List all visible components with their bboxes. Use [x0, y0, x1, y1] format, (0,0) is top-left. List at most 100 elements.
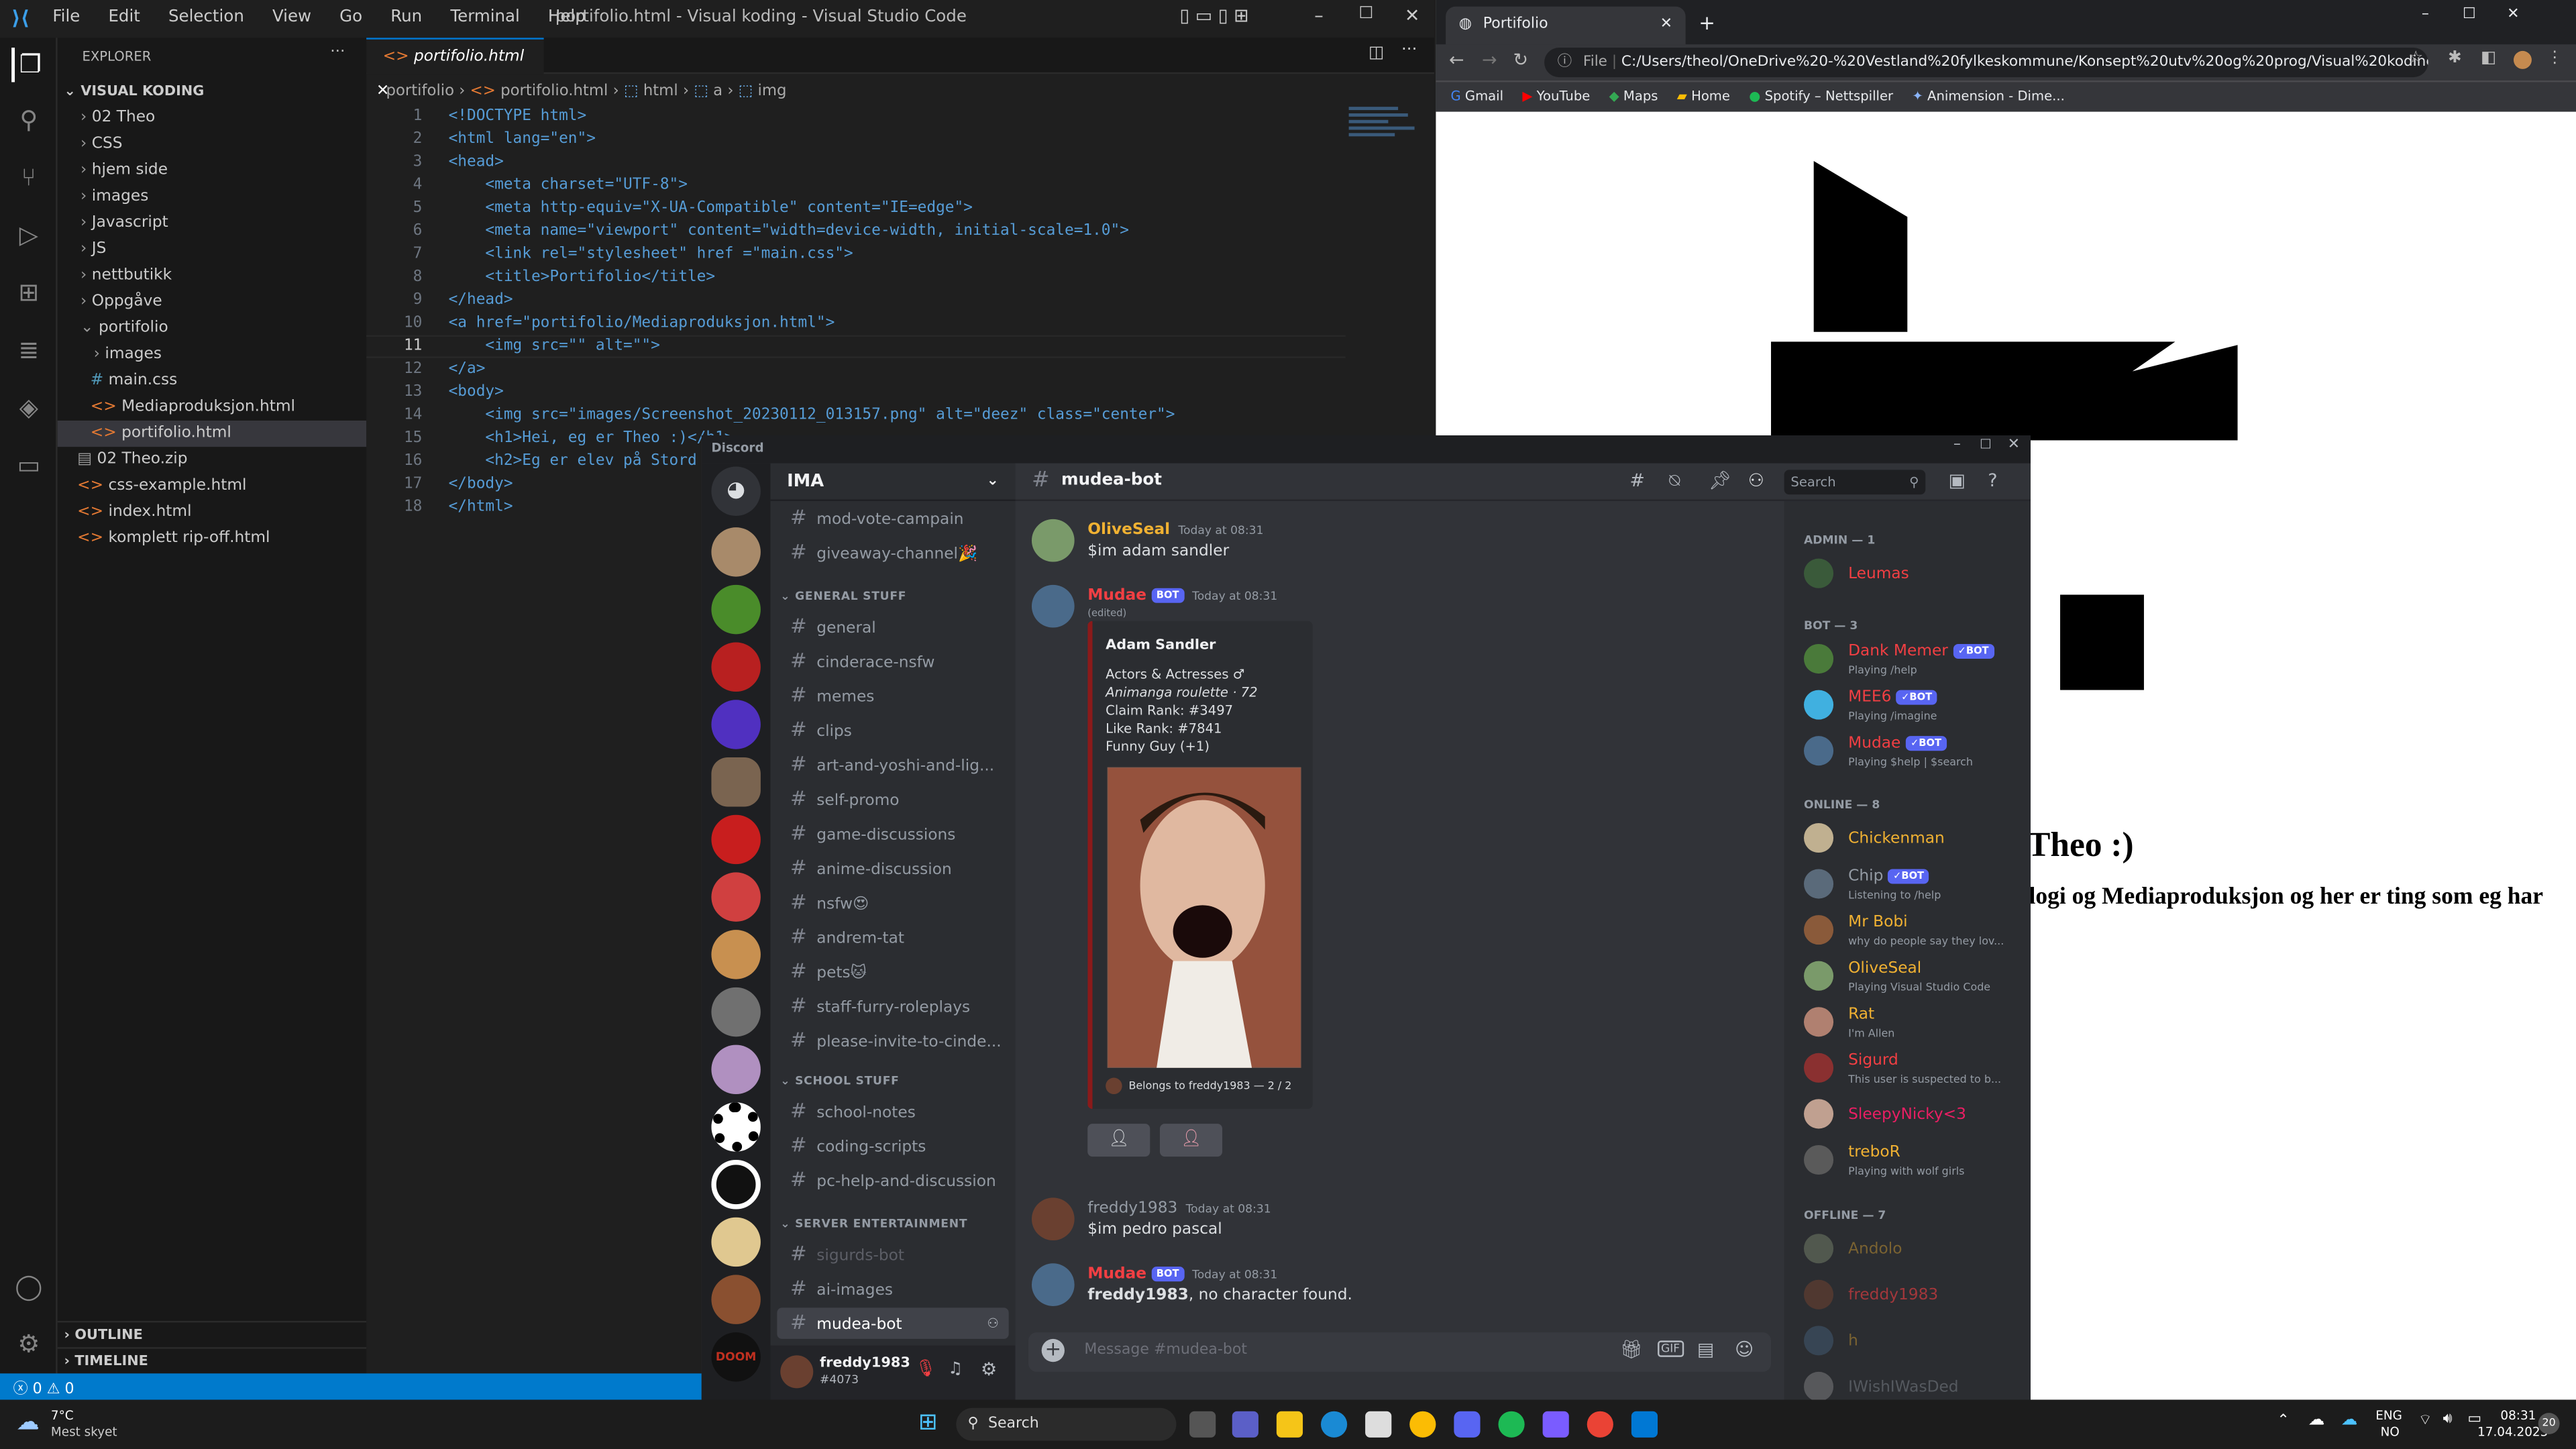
previous-page-button[interactable]: 👤︎ — [1087, 1124, 1150, 1157]
channel-item[interactable]: # pc-help-and-discussion — [777, 1165, 1008, 1196]
tree-item-selected[interactable]: <> portifolio.html — [57, 420, 367, 447]
explorer-icon[interactable]: ❐ — [11, 48, 46, 83]
mute-notifications-icon[interactable]: ⍉ — [1669, 470, 1680, 492]
minimize-icon[interactable]: – — [2422, 7, 2429, 23]
member-item[interactable]: Leumas — [1804, 553, 2026, 596]
weather-temp[interactable]: 7°C — [51, 1408, 74, 1423]
server-icon-ima[interactable] — [711, 757, 761, 807]
search-icon[interactable]: ⚲ — [11, 103, 46, 138]
discord-icon[interactable] — [1454, 1411, 1481, 1438]
channel-item[interactable]: # cinderace-nsfw — [777, 645, 1008, 677]
message-author[interactable]: freddy1983 Today at 08:31 — [1087, 1199, 1271, 1218]
server-icon[interactable] — [711, 700, 761, 749]
headphones-icon[interactable]: ♫ — [948, 1360, 963, 1379]
channel-item[interactable]: # coding-scripts — [777, 1130, 1008, 1162]
extensions-icon[interactable]: ⊞ — [11, 276, 46, 310]
channel-item[interactable]: # giveaway-channel🎉 — [777, 537, 1008, 569]
chrome-tab-active[interactable]: ◍ Portifolio ✕ — [1446, 6, 1686, 45]
member-item[interactable]: treboR Playing with wolf girls — [1804, 1140, 2026, 1183]
layout-toggle-icons[interactable]: ▯ ▭ ▯ ⊞ — [1179, 5, 1248, 26]
member-item[interactable]: Chip ✓BOT Listening to /help — [1804, 864, 2026, 907]
timeline-section[interactable]: › TIMELINE — [57, 1347, 367, 1373]
layers-icon[interactable]: ◈ — [11, 391, 46, 425]
member-item[interactable]: SleepyNicky<3 — [1804, 1094, 2026, 1137]
avatar[interactable] — [1031, 584, 1075, 628]
taskbar-search[interactable]: ⚲ Search — [956, 1407, 1177, 1441]
chrome-icon[interactable] — [1409, 1411, 1436, 1438]
weather-icon[interactable]: ☁ — [16, 1409, 39, 1436]
member-item[interactable]: MEE6 ✓BOT Playing /imagine — [1804, 685, 2026, 728]
bookmark-item[interactable]: Home — [1691, 89, 1730, 103]
breadcrumb-item[interactable]: portifolio.html — [500, 82, 608, 100]
character-image[interactable] — [1107, 767, 1301, 1068]
server-icon[interactable] — [711, 1159, 761, 1210]
minimap[interactable] — [1348, 103, 1421, 169]
breadcrumb-item[interactable]: img — [758, 82, 787, 100]
member-item[interactable]: Dank Memer ✓BOT Playing /help — [1804, 639, 2026, 682]
pin-icon[interactable]: 📌︎ — [1709, 470, 1731, 491]
tree-item[interactable]: <> index.html — [58, 499, 366, 525]
edge-icon[interactable] — [1320, 1411, 1348, 1438]
next-page-button[interactable]: 👤︎ — [1159, 1124, 1223, 1157]
cloud-icon[interactable]: ☁ — [2308, 1411, 2324, 1430]
bookmark-item[interactable]: Spotify – Nettspiller — [1765, 89, 1894, 103]
channel-item[interactable]: # clips — [777, 714, 1008, 746]
address-bar[interactable]: ⓘ File | C:/Users/theol/OneDrive%20-%20V… — [1544, 48, 2428, 78]
file-explorer-icon[interactable] — [1276, 1411, 1303, 1438]
language-indicator[interactable]: ENG — [2375, 1408, 2402, 1423]
profile-avatar[interactable] — [2513, 50, 2532, 69]
channel-item[interactable]: # anime-discussion — [777, 853, 1008, 884]
app-icon[interactable] — [1542, 1411, 1569, 1438]
member-item[interactable]: Mr Bobi why do people say they lov... — [1804, 910, 2026, 953]
message-author[interactable]: Mudae BOT Today at 08:31 — [1087, 586, 1277, 604]
gif-icon[interactable]: GIF — [1658, 1340, 1684, 1357]
inbox-icon[interactable]: ▣ — [1949, 470, 1966, 491]
gift-icon[interactable]: 🎁︎ — [1620, 1339, 1643, 1360]
avatar[interactable] — [780, 1355, 814, 1389]
breadcrumb-item[interactable]: portifolio — [386, 82, 455, 100]
server-icon[interactable] — [711, 1044, 761, 1095]
member-item[interactable]: freddy1983 — [1804, 1275, 2026, 1318]
more-actions-icon[interactable]: ··· — [1401, 41, 1417, 59]
wifi-icon[interactable]: ⌔ — [2418, 1411, 2432, 1429]
reload-icon[interactable]: ↻ — [1513, 49, 1529, 70]
server-icon[interactable] — [711, 527, 761, 577]
more-actions-icon[interactable]: ··· — [330, 43, 345, 61]
server-icon[interactable] — [711, 930, 761, 979]
new-tab-icon[interactable]: + — [1699, 11, 1715, 34]
channel-item[interactable]: # andrem-tat — [777, 922, 1008, 953]
menu-file[interactable]: File — [52, 8, 80, 26]
tree-item[interactable]: <> css-example.html — [58, 473, 366, 499]
emoji-icon[interactable]: ☺ — [1735, 1339, 1754, 1360]
breadcrumb-item[interactable]: html — [643, 82, 678, 100]
server-header[interactable]: IMA ⌄ — [770, 464, 1016, 501]
member-list-icon[interactable]: ⚇ — [1748, 470, 1764, 491]
category-header[interactable]: ⌄ SCHOOL STUFF — [780, 1075, 899, 1088]
server-icon[interactable] — [711, 814, 761, 865]
sticker-icon[interactable]: ▤ — [1697, 1339, 1714, 1360]
workspace-root[interactable]: ⌄ VISUAL KODING — [58, 79, 366, 105]
minimize-icon[interactable]: – — [1314, 5, 1323, 26]
start-icon[interactable]: ⊞ — [918, 1409, 938, 1436]
member-item[interactable]: h — [1804, 1321, 2026, 1364]
server-icon[interactable] — [711, 1275, 761, 1324]
member-item[interactable]: IWishIWasDed — [1804, 1367, 2026, 1401]
server-icon[interactable] — [711, 584, 761, 635]
tree-item[interactable]: › Javascript — [58, 210, 366, 236]
clock-time[interactable]: 08:31 — [2500, 1408, 2536, 1423]
onedrive-icon[interactable]: ☁ — [2341, 1411, 2357, 1430]
account-icon[interactable]: ◯ — [11, 1270, 46, 1304]
tree-item[interactable]: › hjem side — [58, 158, 366, 184]
menu-view[interactable]: View — [272, 8, 311, 26]
menu-terminal[interactable]: Terminal — [450, 8, 520, 26]
chevron-up-icon[interactable]: ⌃ — [2277, 1413, 2289, 1429]
tree-item[interactable]: › CSS — [58, 131, 366, 158]
avatar[interactable] — [1031, 1263, 1075, 1306]
server-icon[interactable] — [711, 1102, 761, 1152]
member-item[interactable]: Chickenman — [1804, 818, 2026, 861]
channel-item[interactable]: # self-promo — [777, 784, 1008, 815]
tree-item[interactable]: › nettbutikk — [58, 263, 366, 289]
category-header[interactable]: ⌄ GENERAL STUFF — [780, 590, 906, 603]
tab-close-icon[interactable]: ✕ — [1660, 7, 1672, 44]
sidepanel-icon[interactable]: ◧ — [2481, 49, 2496, 67]
